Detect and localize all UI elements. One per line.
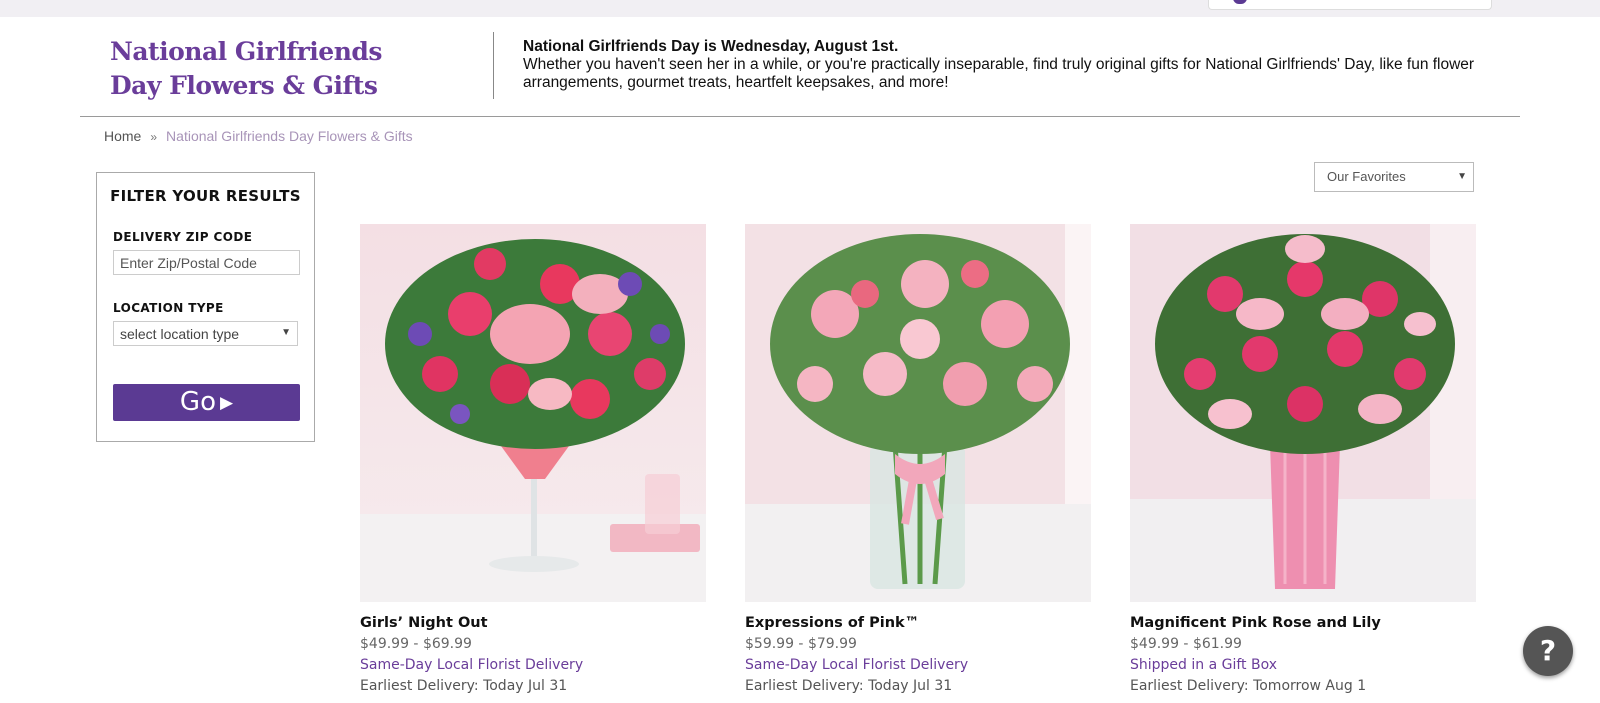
breadcrumb-separator: » (150, 130, 158, 144)
product-earliest-delivery: Earliest Delivery: Today Jul 31 (360, 678, 568, 694)
search-icon (1233, 0, 1247, 4)
breadcrumb-home-link[interactable]: Home (104, 128, 141, 144)
chevron-down-icon: ▼ (281, 327, 291, 338)
product-name[interactable]: Girls’ Night Out (360, 613, 706, 634)
product-name[interactable]: Expressions of Pink™ (745, 613, 1091, 634)
page-title: National Girlfriends Day Flowers & Gifts (110, 37, 382, 100)
product-image-magnificent-pink-rose-and-lily[interactable] (1130, 224, 1476, 602)
intro-block: National Girlfriends Day is Wednesday, A… (523, 38, 1513, 92)
go-button[interactable]: Go ▶ (113, 384, 300, 421)
play-triangle-icon: ▶ (219, 393, 234, 413)
sort-select[interactable]: Our Favorites ▼ (1314, 162, 1474, 192)
sort-select-value: Our Favorites (1327, 169, 1406, 184)
chevron-down-icon: ▼ (1457, 171, 1467, 182)
product-earliest-delivery: Earliest Delivery: Today Jul 31 (745, 678, 953, 694)
product-card[interactable]: Girls’ Night Out $49.99 - $69.99 Same-Da… (360, 224, 706, 697)
location-type-select[interactable]: select location type ▼ (113, 321, 298, 346)
location-type-value: select location type (120, 326, 240, 342)
product-image-expressions-of-pink[interactable] (745, 224, 1091, 602)
help-button[interactable]: ? (1523, 626, 1573, 676)
product-card[interactable]: Magnificent Pink Rose and Lily $49.99 - … (1130, 224, 1476, 697)
intro-heading: National Girlfriends Day is Wednesday, A… (523, 38, 899, 55)
header-search-box[interactable] (1208, 0, 1492, 10)
help-icon: ? (1539, 634, 1557, 667)
filter-title: FILTER YOUR RESULTS (110, 187, 301, 205)
header-divider (493, 32, 494, 99)
breadcrumb-current: National Girlfriends Day Flowers & Gifts (166, 128, 413, 144)
product-delivery-type: Same-Day Local Florist Delivery (745, 657, 969, 673)
product-delivery-type: Same-Day Local Florist Delivery (360, 657, 584, 673)
zip-code-input[interactable] (113, 250, 300, 275)
top-utility-bar (0, 0, 1600, 17)
product-card[interactable]: Expressions of Pink™ $59.99 - $79.99 Sam… (745, 224, 1091, 697)
filter-panel: FILTER YOUR RESULTS DELIVERY ZIP CODE LO… (96, 172, 315, 442)
product-name[interactable]: Magnificent Pink Rose and Lily (1130, 613, 1476, 634)
location-type-label: LOCATION TYPE (113, 301, 224, 315)
breadcrumb: Home » National Girlfriends Day Flowers & … (104, 128, 413, 144)
go-button-label: Go (179, 387, 216, 417)
page-header: National Girlfriends Day Flowers & Gifts… (80, 17, 1520, 117)
product-delivery-type: Shipped in a Gift Box (1130, 657, 1277, 673)
product-earliest-delivery: Earliest Delivery: Tomorrow Aug 1 (1130, 678, 1367, 694)
intro-text: Whether you haven't seen her in a while,… (523, 56, 1475, 91)
header-rule (80, 116, 1520, 117)
product-price: $49.99 - $69.99 (360, 636, 472, 652)
product-price: $49.99 - $61.99 (1130, 636, 1242, 652)
product-image-girls-night-out[interactable] (360, 224, 706, 602)
product-price: $59.99 - $79.99 (745, 636, 857, 652)
zip-label: DELIVERY ZIP CODE (113, 230, 253, 244)
